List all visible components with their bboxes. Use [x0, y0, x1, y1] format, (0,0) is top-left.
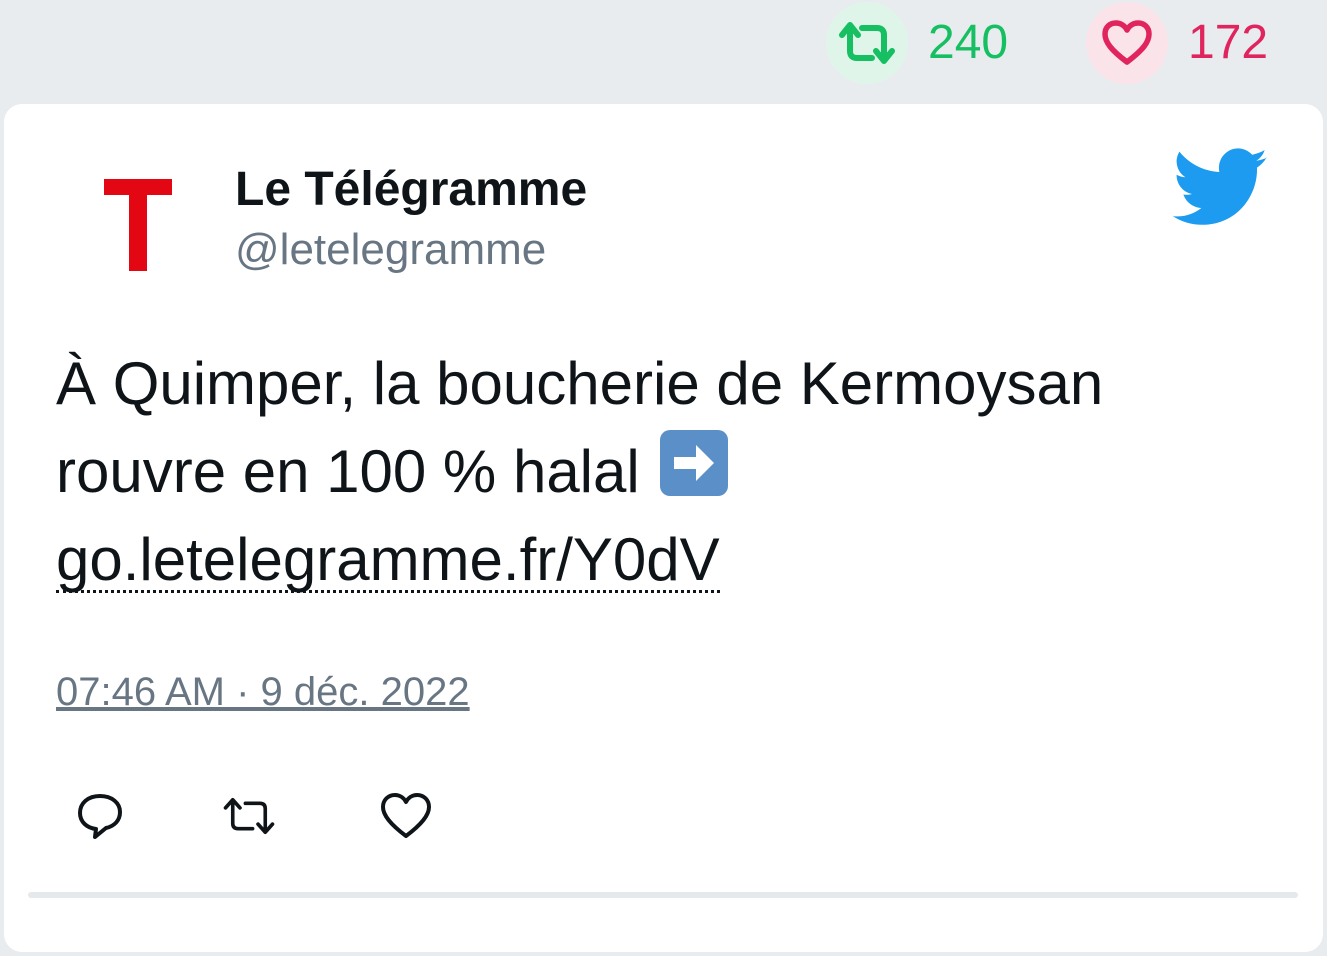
retweet-stat-circle[interactable]: [826, 2, 908, 84]
like-count: 172: [1188, 16, 1269, 69]
arrow-right-emoji-icon: [660, 430, 729, 496]
retweet-stat[interactable]: 240: [826, 2, 1008, 84]
retweet-button[interactable]: [221, 788, 277, 844]
avatar[interactable]: [95, 170, 181, 280]
author-name[interactable]: Le Télégramme: [235, 166, 587, 214]
like-button[interactable]: [378, 788, 434, 844]
tweet-text-line-1: À Quimper, la boucherie de Kermoysan: [56, 350, 1104, 417]
tweet-text: À Quimper, la boucherie de Kermoysan rou…: [56, 340, 1276, 604]
reply-button[interactable]: [72, 788, 128, 844]
card-divider: [28, 892, 1298, 898]
heart-icon: [381, 793, 431, 838]
tweet-link[interactable]: go.letelegramme.fr/Y0dV: [56, 530, 720, 593]
like-stat-circle[interactable]: [1086, 2, 1168, 84]
heart-icon: [1102, 20, 1152, 65]
author-handle[interactable]: @letelegramme: [235, 228, 546, 272]
tweet-timestamp[interactable]: 07:46 AM · 9 déc. 2022: [56, 672, 470, 712]
reply-icon: [78, 794, 122, 839]
le-telegramme-logo: [104, 179, 172, 271]
top-stats-bar: 240 172: [0, 0, 1327, 100]
retweet-count: 240: [928, 16, 1009, 69]
tweet-text-line-2: rouvre en 100 % halal: [56, 438, 640, 505]
like-stat[interactable]: 172: [1086, 2, 1268, 84]
retweet-icon: [223, 797, 275, 835]
retweet-icon: [839, 22, 895, 64]
twitter-bird-icon[interactable]: [1172, 148, 1270, 228]
